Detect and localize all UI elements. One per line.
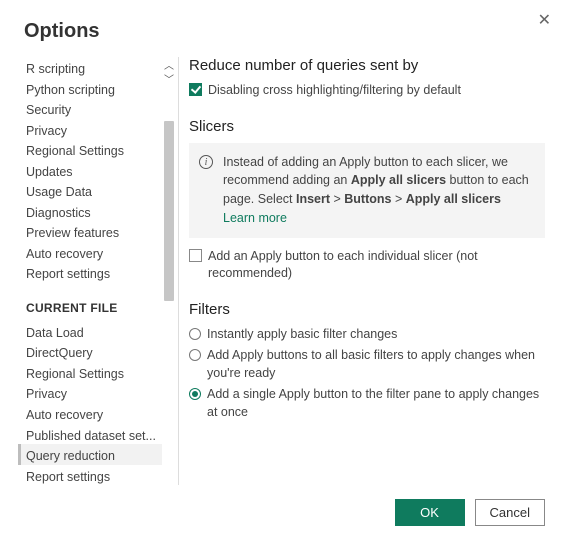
- sidebar-item-directquery[interactable]: DirectQuery: [24, 341, 162, 362]
- radio-icon[interactable]: [189, 328, 201, 340]
- slicer-apply-label: Add an Apply button to each individual s…: [208, 248, 545, 283]
- sidebar: R scriptingPython scriptingSecurityPriva…: [0, 57, 162, 485]
- disable-cross-label: Disabling cross highlighting/filtering b…: [208, 82, 461, 100]
- slicers-info-box: Instead of adding an Apply button to eac…: [189, 143, 545, 238]
- filter-option-label: Instantly apply basic filter changes: [207, 326, 397, 344]
- reduce-heading: Reduce number of queries sent by: [189, 57, 545, 74]
- sidebar-item-security[interactable]: Security: [24, 98, 162, 119]
- radio-icon[interactable]: [189, 349, 201, 361]
- filter-option-0[interactable]: Instantly apply basic filter changes: [189, 326, 545, 344]
- filters-heading: Filters: [189, 301, 545, 318]
- scroll-up-icon[interactable]: ︿: [162, 57, 176, 71]
- checkbox-icon[interactable]: [189, 249, 202, 262]
- sidebar-item-auto-recovery[interactable]: Auto recovery: [24, 403, 162, 424]
- info-icon: [199, 155, 213, 169]
- info-text: Instead of adding an Apply button to eac…: [223, 153, 533, 228]
- ok-button[interactable]: OK: [395, 499, 465, 526]
- sidebar-item-preview-features[interactable]: Preview features: [24, 221, 162, 242]
- sidebar-item-usage-data[interactable]: Usage Data: [24, 180, 162, 201]
- radio-icon[interactable]: [189, 388, 201, 400]
- sidebar-item-report-settings[interactable]: Report settings: [24, 465, 162, 486]
- sidebar-scrollbar[interactable]: ︿ ﹀: [162, 57, 176, 485]
- scroll-thumb[interactable]: [164, 121, 174, 301]
- learn-more-link[interactable]: Learn more: [223, 211, 287, 225]
- dialog-footer: OK Cancel: [395, 499, 545, 526]
- filter-option-1[interactable]: Add Apply buttons to all basic filters t…: [189, 347, 545, 382]
- slicers-heading: Slicers: [189, 118, 545, 135]
- sidebar-item-privacy[interactable]: Privacy: [24, 119, 162, 140]
- filter-option-label: Add a single Apply button to the filter …: [207, 386, 545, 421]
- sidebar-item-python-scripting[interactable]: Python scripting: [24, 78, 162, 99]
- content-pane: Reduce number of queries sent by Disabli…: [189, 57, 565, 485]
- sidebar-item-r-scripting[interactable]: R scripting: [24, 57, 162, 78]
- checkbox-icon[interactable]: [189, 83, 202, 96]
- sidebar-item-report-settings[interactable]: Report settings: [24, 262, 162, 283]
- sidebar-item-diagnostics[interactable]: Diagnostics: [24, 201, 162, 222]
- sidebar-item-data-load[interactable]: Data Load: [24, 321, 162, 342]
- filter-option-label: Add Apply buttons to all basic filters t…: [207, 347, 545, 382]
- sidebar-item-regional-settings[interactable]: Regional Settings: [24, 139, 162, 160]
- close-icon[interactable]: ✕: [538, 10, 551, 30]
- sidebar-item-privacy[interactable]: Privacy: [24, 382, 162, 403]
- sidebar-item-query-reduction[interactable]: Query reduction: [18, 444, 162, 465]
- disable-cross-checkbox-row[interactable]: Disabling cross highlighting/filtering b…: [189, 82, 545, 100]
- sidebar-item-updates[interactable]: Updates: [24, 160, 162, 181]
- scroll-down-icon[interactable]: ﹀: [162, 71, 176, 85]
- slicer-apply-checkbox-row[interactable]: Add an Apply button to each individual s…: [189, 248, 545, 283]
- sidebar-item-published-dataset-set-[interactable]: Published dataset set...: [24, 424, 162, 445]
- sidebar-item-auto-recovery[interactable]: Auto recovery: [24, 242, 162, 263]
- vertical-divider: [178, 57, 179, 485]
- filter-option-2[interactable]: Add a single Apply button to the filter …: [189, 386, 545, 421]
- cancel-button[interactable]: Cancel: [475, 499, 545, 526]
- sidebar-item-regional-settings[interactable]: Regional Settings: [24, 362, 162, 383]
- sidebar-section-current-file: CURRENT FILE: [24, 283, 162, 321]
- dialog-title: Options: [0, 0, 565, 57]
